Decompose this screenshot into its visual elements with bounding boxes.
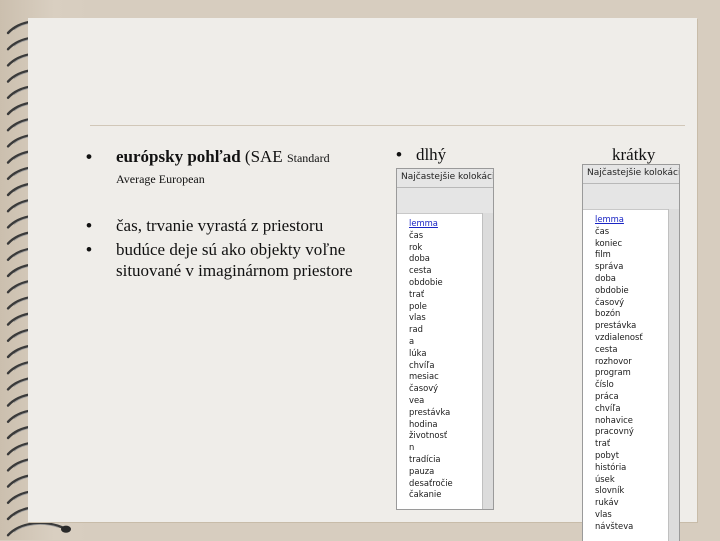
collocation-item[interactable]: životnosť [409, 430, 493, 442]
scrollbar[interactable] [482, 213, 493, 509]
collocation-item[interactable]: vlas [409, 312, 493, 324]
bullet-dot: • [86, 147, 92, 166]
collocation-item[interactable]: čas [595, 226, 679, 238]
collocation-item[interactable]: obdobie [595, 285, 679, 297]
collocation-item[interactable]: lúka [409, 348, 493, 360]
collocations-panel-short: Najčastejšie kolokácie lemma čas koniec fil… [582, 164, 680, 541]
collocation-item[interactable]: bozón [595, 308, 679, 320]
panel-title: Najčastejšie kolokácie [583, 165, 679, 184]
collocation-item[interactable]: prestávka [409, 407, 493, 419]
column-heading-long: • dlhý [396, 145, 446, 165]
collocation-item[interactable]: desaťročie [409, 478, 493, 490]
bullet-main-text: európsky pohľad [116, 147, 241, 166]
collocation-item[interactable]: hodina [409, 419, 493, 431]
collocation-item[interactable]: trať [409, 289, 493, 301]
bullet-sae-small: Standard [286, 151, 330, 165]
collocation-item[interactable]: film [595, 249, 679, 261]
collocation-item[interactable]: doba [409, 253, 493, 265]
collocation-item[interactable]: n [409, 442, 493, 454]
bullet-sae-note: Average European [116, 172, 205, 186]
collocation-item[interactable]: rad [409, 324, 493, 336]
collocation-item[interactable]: časový [409, 383, 493, 395]
bullet-dot: • [86, 216, 92, 235]
column-heading-long-text: dlhý [415, 145, 447, 164]
bullet-future-text: budúce deje sú ako objekty voľne situova… [116, 240, 353, 280]
collocation-item[interactable]: rok [409, 242, 493, 254]
collocation-item[interactable]: správa [595, 261, 679, 273]
bullet-item-time: • čas, trvanie vyrastá z priestoru [86, 215, 386, 236]
collocation-item[interactable]: práca [595, 391, 679, 403]
bullet-list: • európsky pohľad (SAE Standard Average … [86, 146, 386, 281]
title-divider [90, 125, 685, 126]
collocation-item[interactable]: prestávka [595, 320, 679, 332]
collocation-item[interactable]: chvíľa [409, 360, 493, 372]
bullet-sae-open: (SAE [244, 147, 283, 166]
collocation-item[interactable]: pracovný [595, 426, 679, 438]
collocation-item[interactable]: program [595, 367, 679, 379]
collocation-item[interactable]: koniec [595, 238, 679, 250]
collocation-item[interactable]: nohavice [595, 415, 679, 427]
collocation-item[interactable]: vlas [595, 509, 679, 521]
collocation-item[interactable]: pole [409, 301, 493, 313]
lemma-header[interactable]: lemma [595, 214, 679, 226]
collocation-item[interactable]: vzdialenosť [595, 332, 679, 344]
spiral-ring [6, 522, 71, 537]
panel-toolbar [397, 188, 493, 214]
collocation-item[interactable]: číslo [595, 379, 679, 391]
collocation-item[interactable]: cesta [595, 344, 679, 356]
collocation-item[interactable]: rozhovor [595, 356, 679, 368]
panel-title: Najčastejšie kolokácie [397, 169, 493, 188]
collocation-item[interactable]: pobyt [595, 450, 679, 462]
bullet-item-future: • budúce deje sú ako objekty voľne situo… [86, 239, 386, 281]
collocation-item[interactable]: pauza [409, 466, 493, 478]
collocation-item[interactable]: doba [595, 273, 679, 285]
collocation-item[interactable]: cesta [409, 265, 493, 277]
collocation-item[interactable]: chvíľa [595, 403, 679, 415]
bullet-dot: • [396, 145, 402, 164]
collocation-item[interactable]: tradícia [409, 454, 493, 466]
column-heading-short-text: krátky [612, 145, 656, 164]
collocation-item[interactable]: a [409, 336, 493, 348]
lemma-header[interactable]: lemma [409, 218, 493, 230]
collocation-item[interactable]: úsek [595, 474, 679, 486]
collocation-item[interactable]: návšteva [595, 521, 679, 533]
collocation-list-short[interactable]: lemma čas koniec film správa doba obdobie časov… [583, 210, 679, 533]
bullet-dot: • [86, 240, 92, 259]
bullet-item-sae: • európsky pohľad (SAE Standard Average … [86, 146, 386, 187]
collocation-item[interactable]: vea [409, 395, 493, 407]
collocation-item[interactable]: slovník [595, 485, 679, 497]
collocation-item[interactable]: obdobie [409, 277, 493, 289]
collocation-item[interactable]: trať [595, 438, 679, 450]
collocation-item[interactable]: história [595, 462, 679, 474]
collocations-panel-long: Najčastejšie kolokácie lemma čas rok doba ce… [396, 168, 494, 510]
collocation-list-long[interactable]: lemma čas rok doba cesta obdobie trať pole vlas r… [397, 214, 493, 501]
collocation-item[interactable]: mesiac [409, 371, 493, 383]
collocation-item[interactable]: čas [409, 230, 493, 242]
panel-toolbar [583, 184, 679, 210]
collocation-item[interactable]: rukáv [595, 497, 679, 509]
scrollbar[interactable] [668, 209, 679, 541]
column-heading-short: krátky [612, 145, 655, 165]
collocation-item[interactable]: časový [595, 297, 679, 309]
bullet-time-text: čas, trvanie vyrastá z priestoru [116, 216, 324, 235]
collocation-item[interactable]: čakanie [409, 489, 493, 501]
